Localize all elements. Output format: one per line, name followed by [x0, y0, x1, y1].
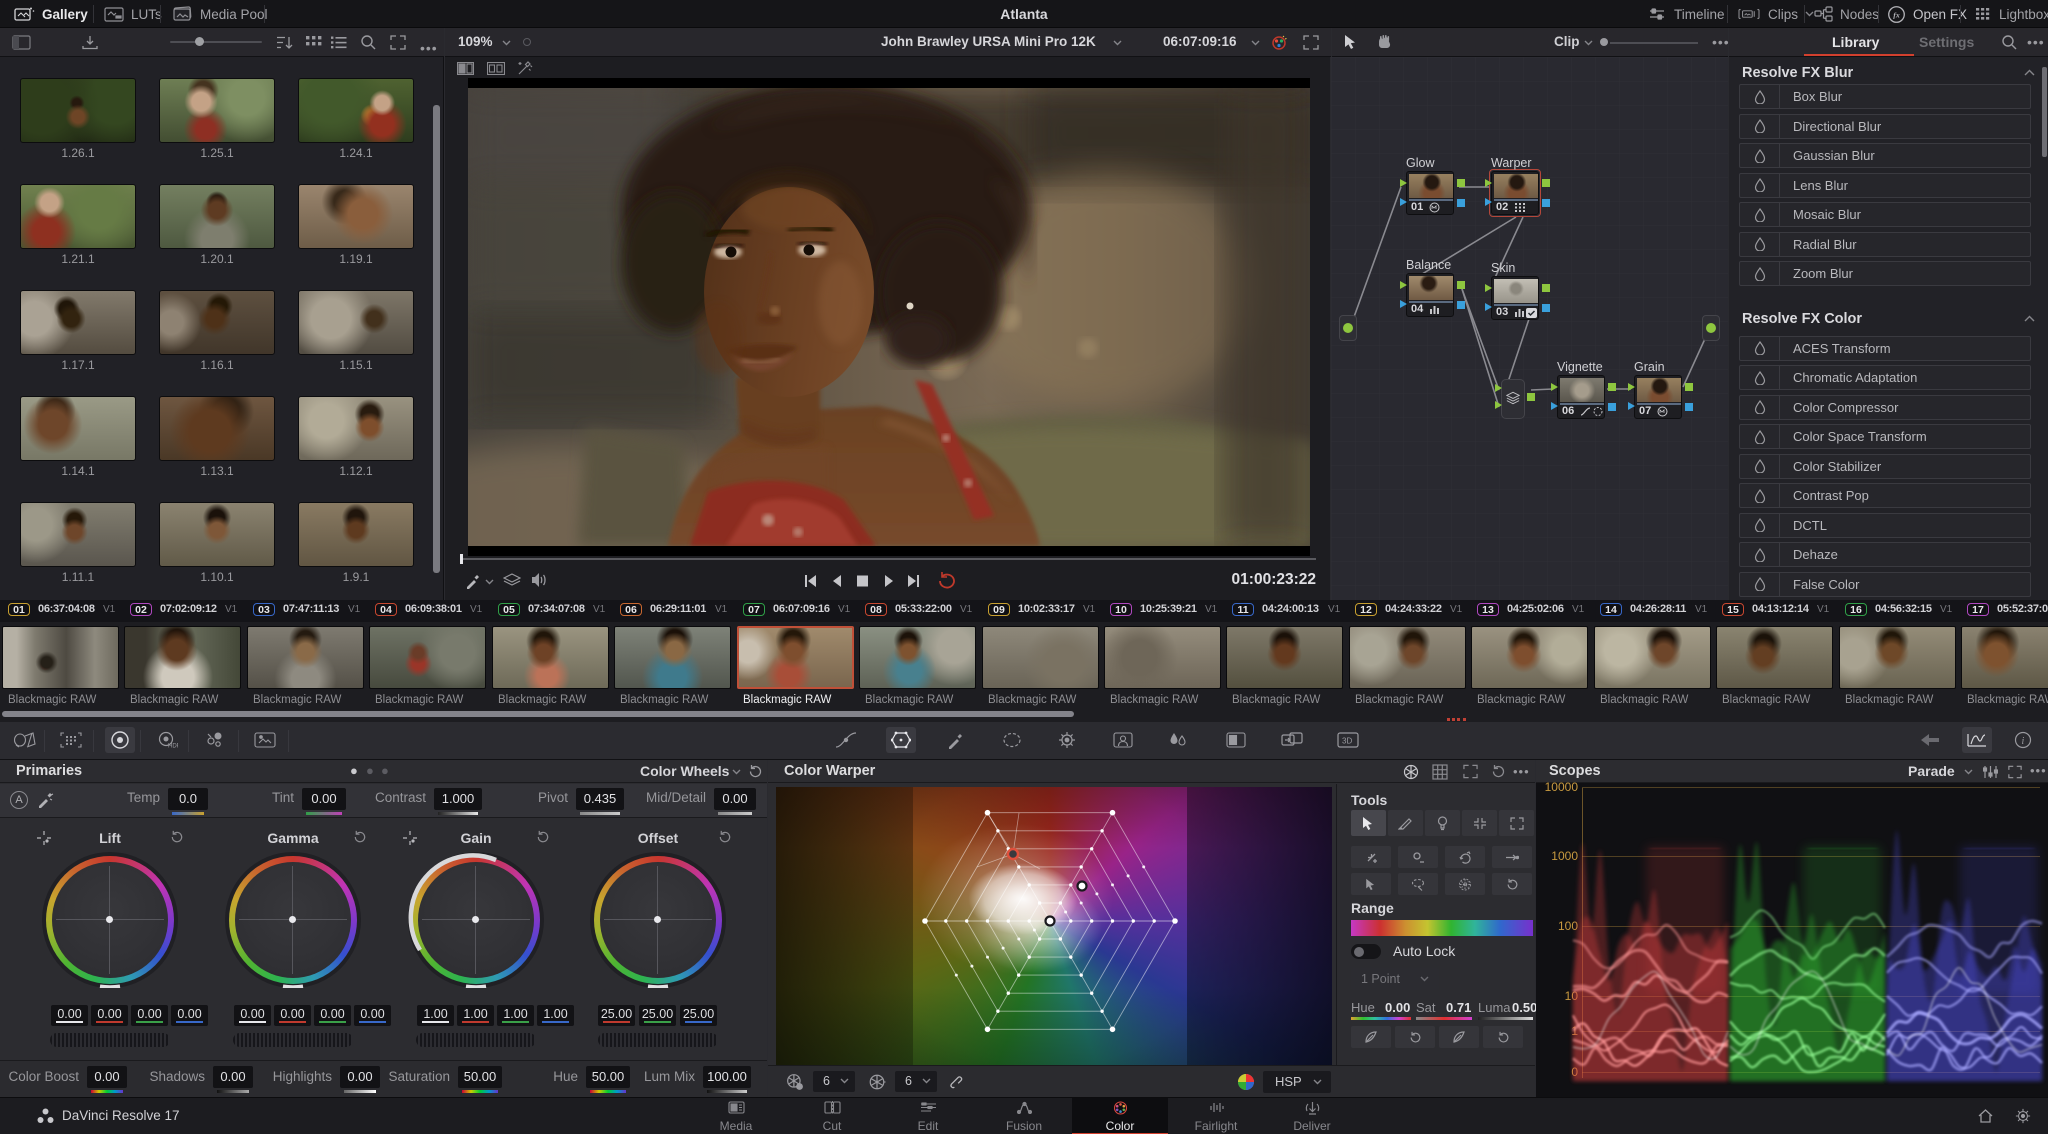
- svg-text:i: i: [2022, 736, 2025, 747]
- svg-text:fx: fx: [1893, 10, 1900, 19]
- svg-text:3D: 3D: [1342, 737, 1352, 746]
- svg-text:HDR: HDR: [168, 744, 178, 750]
